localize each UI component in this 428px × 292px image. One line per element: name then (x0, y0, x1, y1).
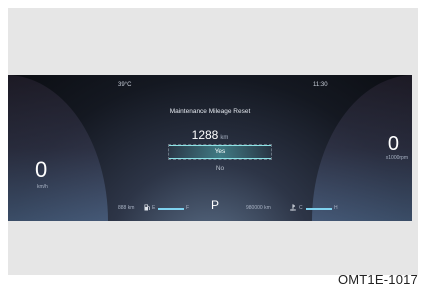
clock: 11:30 (313, 82, 328, 88)
maintenance-mileage: 1288 km (8, 128, 412, 142)
coolant-temperature-bar (306, 208, 332, 210)
menu-title: Maintenance Mileage Reset (169, 108, 251, 115)
odometer: 980000 km (246, 205, 271, 211)
fuel-full-label: F (186, 205, 190, 211)
figure-code: OMT1E-1017 (337, 272, 418, 287)
temp-hot-label: H (334, 205, 338, 211)
driving-range: 888 km (118, 205, 134, 211)
range-value: 888 (118, 205, 127, 211)
odometer-value: 980000 (246, 205, 263, 211)
odometer-unit: km (264, 205, 271, 211)
mileage-value: 1288 (191, 128, 219, 142)
no-option[interactable]: No (169, 163, 271, 175)
rpm-value: 0 (387, 133, 399, 155)
range-unit: km (127, 205, 135, 211)
mileage-unit: km (220, 135, 229, 141)
outside-temperature: 39°C (118, 82, 132, 88)
gear-indicator: P (211, 198, 220, 212)
rpm-unit: x1000rpm (385, 155, 408, 161)
fuel-empty-label: E (152, 205, 156, 211)
coolant-temperature-icon (290, 204, 296, 211)
yes-option[interactable]: Yes (168, 144, 272, 160)
fuel-pump-icon (144, 204, 150, 211)
speed-value: 0 (35, 157, 48, 182)
instrument-cluster-display: 39°C 11:30 Maintenance Mileage Reset 128… (8, 75, 412, 221)
temp-cold-label: C (299, 205, 303, 211)
left-gauge-panel (8, 75, 108, 221)
speed-unit: km/h (37, 184, 48, 190)
fuel-level-bar (158, 208, 184, 210)
